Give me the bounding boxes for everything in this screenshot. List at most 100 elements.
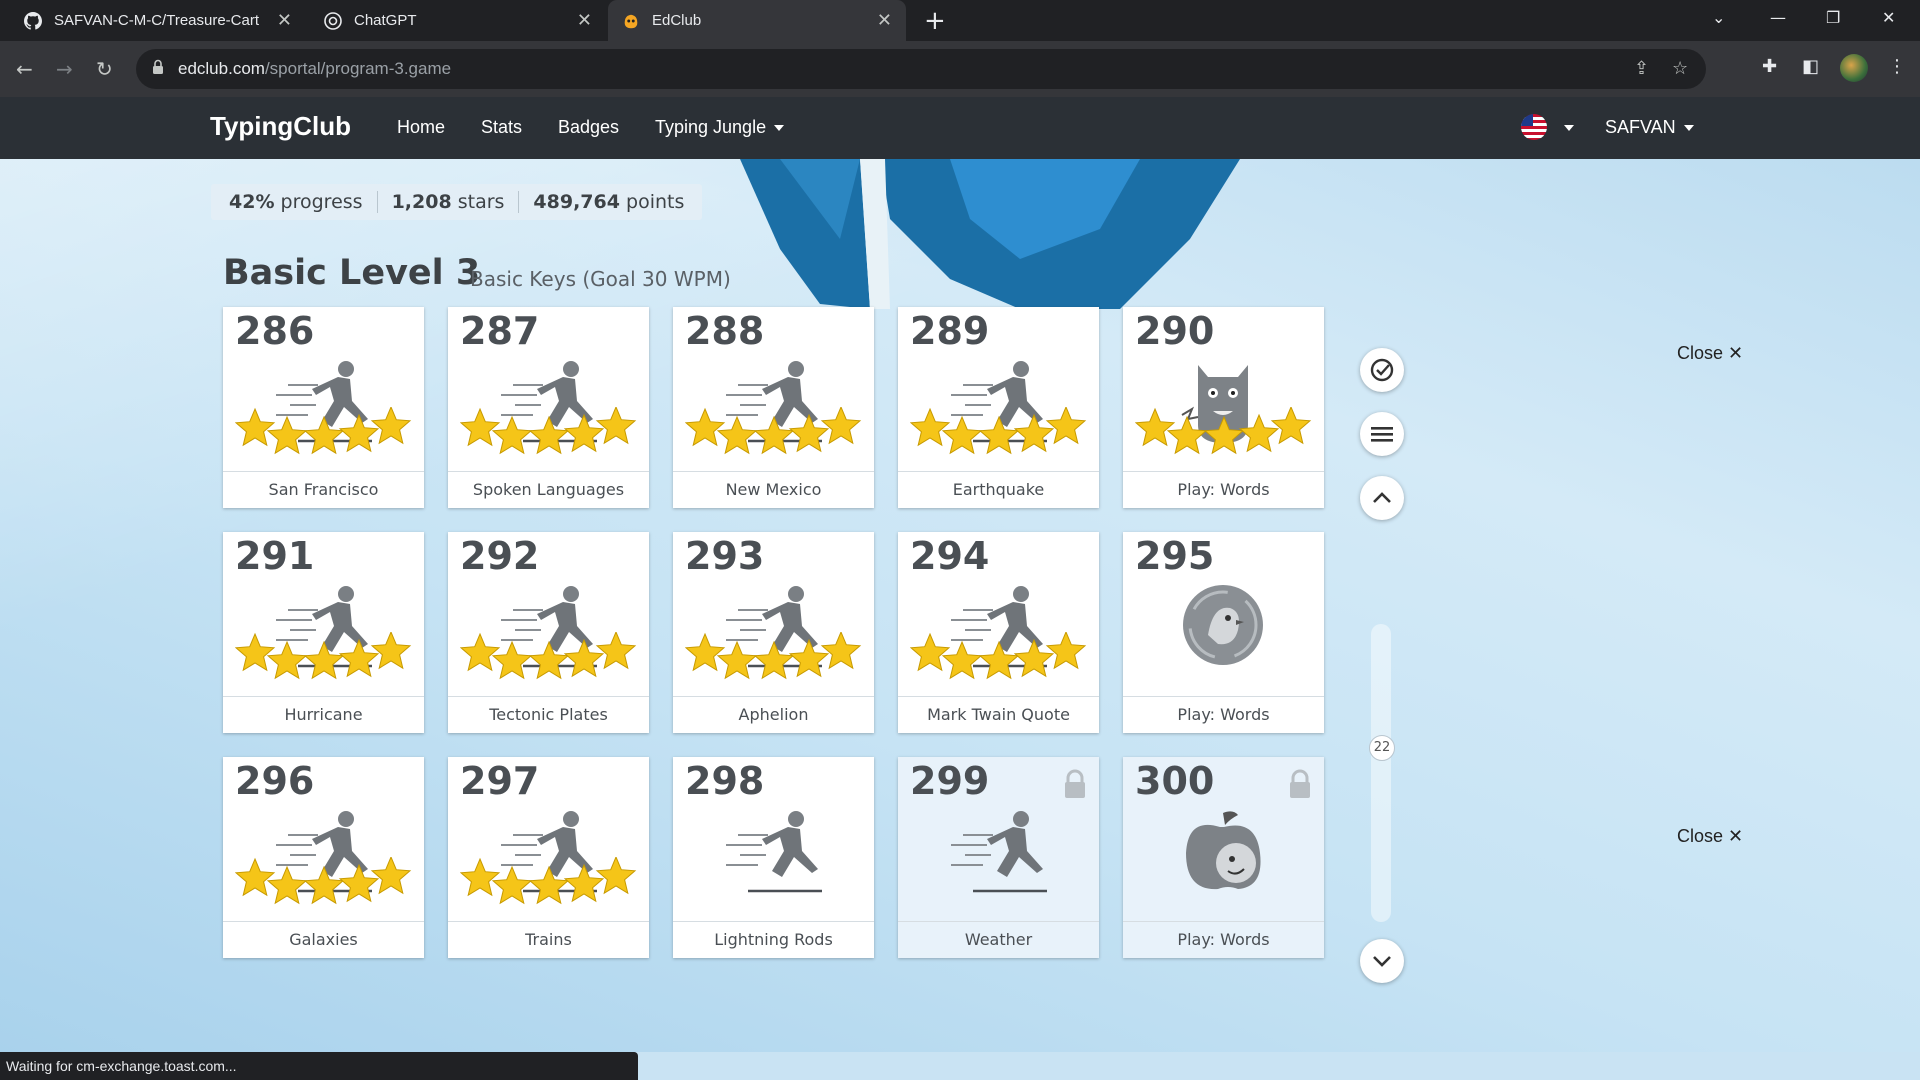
lesson-card-296[interactable]: 296 Galaxies xyxy=(223,757,424,958)
nav-home[interactable]: Home xyxy=(397,117,445,138)
star-rating xyxy=(459,855,638,909)
back-arrow-icon[interactable]: ← xyxy=(16,57,33,81)
tab-chatgpt[interactable]: ChatGPT ✕ xyxy=(310,0,606,41)
close-icon[interactable]: ✕ xyxy=(277,10,292,31)
lesson-number: 300 xyxy=(1135,759,1215,803)
menu-button[interactable] xyxy=(1360,412,1404,456)
close-link-top[interactable]: Close ✕ xyxy=(1677,343,1743,364)
nav-typing-jungle[interactable]: Typing Jungle xyxy=(655,117,785,138)
reload-icon[interactable]: ↻ xyxy=(96,57,113,81)
lesson-name: Play: Words xyxy=(1123,696,1324,733)
level-title: Basic Level 3 xyxy=(223,253,481,293)
close-label: Close xyxy=(1677,343,1724,363)
lesson-number: 297 xyxy=(460,759,540,803)
url-text: edclub.com/sportal/program-3.game xyxy=(178,59,452,78)
lesson-card-299[interactable]: 299 Weather xyxy=(898,757,1099,958)
chevron-down-icon xyxy=(774,125,785,132)
lock-icon xyxy=(1063,769,1087,803)
brand-logo[interactable]: TypingClub xyxy=(210,111,351,142)
bookmark-star-icon[interactable]: ☆ xyxy=(1672,58,1688,79)
level-subtitle: Basic Keys (Goal 30 WPM) xyxy=(470,267,731,291)
background-ice-decoration xyxy=(740,159,1240,309)
lock-icon xyxy=(152,59,164,79)
apple-game-icon xyxy=(1168,805,1278,895)
close-label: Close xyxy=(1677,826,1724,846)
lesson-name: Weather xyxy=(898,921,1099,958)
chatgpt-icon xyxy=(324,11,342,30)
lesson-name: Aphelion xyxy=(673,696,874,733)
user-name: SAFVAN xyxy=(1605,117,1676,137)
url-omnibox[interactable]: edclub.com/sportal/program-3.game ⇪ ☆ xyxy=(136,49,1706,89)
tab-search-chevron-icon[interactable]: ⌄ xyxy=(1712,8,1725,27)
lesson-card-295[interactable]: 295 Play: Words xyxy=(1123,532,1324,733)
lesson-card-294[interactable]: 294 Mark Twain Quote xyxy=(898,532,1099,733)
star-rating xyxy=(909,405,1088,459)
lesson-card-287[interactable]: 287 Spoken Languages xyxy=(448,307,649,508)
lesson-card-286[interactable]: 286 San Francisco xyxy=(223,307,424,508)
side-panel-icon[interactable]: ◧ xyxy=(1802,56,1819,77)
lesson-card-288[interactable]: 288 New Mexico xyxy=(673,307,874,508)
lesson-number: 290 xyxy=(1135,309,1215,353)
chevron-down-icon xyxy=(1683,125,1694,132)
stars-stat: 1,208 stars xyxy=(391,191,505,213)
lesson-number: 298 xyxy=(685,759,765,803)
points-stat: 489,764 points xyxy=(533,191,685,213)
star-rating xyxy=(909,630,1088,684)
scroll-down-button[interactable] xyxy=(1360,939,1404,983)
lesson-number: 289 xyxy=(910,309,990,353)
star-rating xyxy=(234,405,413,459)
scroll-up-button[interactable] xyxy=(1360,476,1404,520)
lesson-number: 294 xyxy=(910,534,990,578)
tab-github[interactable]: SAFVAN-C-M-C/Treasure-Cart ✕ xyxy=(10,0,306,41)
lesson-name: San Francisco xyxy=(223,471,424,508)
lesson-number: 287 xyxy=(460,309,540,353)
minimize-icon[interactable]: — xyxy=(1770,8,1786,27)
restore-icon[interactable]: ❐ xyxy=(1826,8,1840,27)
hamburger-menu-icon xyxy=(1371,427,1393,442)
runner-icon xyxy=(718,805,828,895)
user-menu[interactable]: SAFVAN xyxy=(1605,117,1694,138)
check-circle-button[interactable] xyxy=(1360,348,1404,392)
lesson-card-297[interactable]: 297 Trains xyxy=(448,757,649,958)
close-icon[interactable]: ✕ xyxy=(877,10,892,31)
lesson-card-293[interactable]: 293 Aphelion xyxy=(673,532,874,733)
language-chevron-down-icon[interactable] xyxy=(1564,125,1574,131)
lock-icon xyxy=(1288,769,1312,803)
lesson-card-298[interactable]: 298 Lightning Rods xyxy=(673,757,874,958)
lesson-name: Galaxies xyxy=(223,921,424,958)
level-scroll-thumb[interactable]: 22 xyxy=(1369,735,1395,761)
star-rating xyxy=(459,405,638,459)
new-tab-plus-icon[interactable]: + xyxy=(924,6,946,36)
lesson-name: Spoken Languages xyxy=(448,471,649,508)
lesson-name: Earthquake xyxy=(898,471,1099,508)
lesson-number: 296 xyxy=(235,759,315,803)
lesson-card-300[interactable]: 300 Play: Words xyxy=(1123,757,1324,958)
share-icon[interactable]: ⇪ xyxy=(1634,58,1649,79)
star-rating xyxy=(234,630,413,684)
extensions-puzzle-icon[interactable]: ✚ xyxy=(1762,56,1777,77)
lesson-card-290[interactable]: 290 Play: Words xyxy=(1123,307,1324,508)
kebab-menu-icon[interactable]: ⋮ xyxy=(1888,56,1906,77)
lesson-card-289[interactable]: 289 Earthquake xyxy=(898,307,1099,508)
main-content: 42% progress 1,208 stars 489,764 points … xyxy=(0,159,1920,1052)
us-flag-icon[interactable] xyxy=(1521,114,1547,140)
lesson-card-291[interactable]: 291 Hurricane xyxy=(223,532,424,733)
close-link-bottom[interactable]: Close ✕ xyxy=(1677,826,1743,847)
forward-arrow-icon[interactable]: → xyxy=(56,57,73,81)
nav-badges[interactable]: Badges xyxy=(558,117,619,138)
level-scroll-track[interactable] xyxy=(1371,624,1391,922)
lesson-card-292[interactable]: 292 Tectonic Plates xyxy=(448,532,649,733)
profile-avatar[interactable] xyxy=(1840,54,1868,82)
lesson-number: 291 xyxy=(235,534,315,578)
lesson-name: Hurricane xyxy=(223,696,424,733)
bird-game-icon xyxy=(1168,580,1278,670)
close-icon: ✕ xyxy=(1728,343,1744,363)
runner-icon xyxy=(943,805,1053,895)
lesson-name: Play: Words xyxy=(1123,471,1324,508)
lesson-name: Lightning Rods xyxy=(673,921,874,958)
close-icon[interactable]: ✕ xyxy=(577,10,592,31)
tab-edclub[interactable]: EdClub ✕ xyxy=(608,0,906,41)
window-close-icon[interactable]: ✕ xyxy=(1882,8,1895,27)
nav-stats[interactable]: Stats xyxy=(481,117,522,138)
star-rating xyxy=(684,405,863,459)
